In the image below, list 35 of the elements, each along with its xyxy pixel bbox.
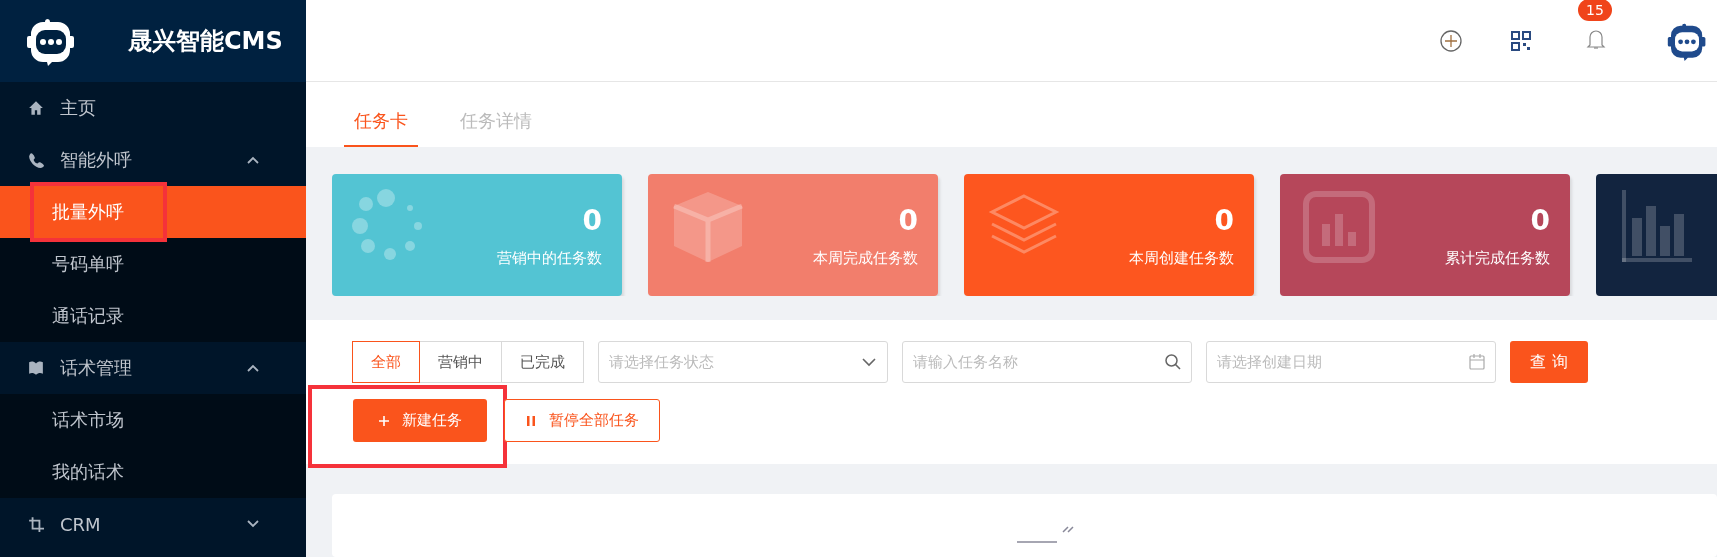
status-select[interactable]: 请选择任务状态 — [598, 341, 888, 383]
stat-label: 本周创建任务数 — [1129, 249, 1234, 268]
submenu-item[interactable]: 号码单呼 — [0, 238, 306, 290]
home-icon — [28, 100, 44, 116]
phone-icon — [28, 152, 44, 168]
plus-icon — [378, 414, 390, 427]
filter-tab[interactable]: 已完成 — [501, 341, 584, 383]
stat-label: 累计完成任务数 — [1445, 249, 1550, 268]
menu-item[interactable]: 话术管理 — [0, 342, 306, 394]
stat-value: 0 — [582, 204, 602, 237]
stat-value: 0 — [1214, 204, 1234, 237]
search-field[interactable]: 请输入任务名称 — [902, 341, 1192, 383]
stat-value: 0 — [1530, 204, 1550, 237]
app-title: 晟兴智能CMS — [128, 26, 283, 57]
calendar-icon — [1468, 353, 1486, 371]
submenu-item[interactable]: 通话记录 — [0, 290, 306, 342]
pause-icon — [525, 414, 537, 427]
book-icon — [28, 360, 44, 376]
stat-value: 0 — [898, 204, 918, 237]
stat-label: 本周完成任务数 — [813, 249, 918, 268]
date-field[interactable]: 请选择创建日期 — [1206, 341, 1496, 383]
plus-circle-icon — [1439, 28, 1463, 53]
stat-label: 营销中的任务数 — [497, 249, 602, 268]
qr-code-icon — [1511, 30, 1531, 51]
menu-item[interactable]: 智能外呼 — [0, 134, 306, 186]
submenu-item[interactable]: 我的话术 — [0, 446, 306, 498]
menu-item[interactable]: 主页 — [0, 82, 306, 134]
robot-logo-icon — [26, 16, 76, 66]
submenu-item[interactable]: 话术市场 — [0, 394, 306, 446]
search-icon — [1164, 353, 1182, 371]
filter-tab[interactable]: 营销中 — [419, 341, 502, 383]
crop-icon — [28, 516, 44, 532]
empty-state-drawing — [1014, 524, 1075, 544]
menu-item[interactable]: CRM — [0, 498, 306, 550]
notification-badge: 15 — [1578, 0, 1612, 21]
